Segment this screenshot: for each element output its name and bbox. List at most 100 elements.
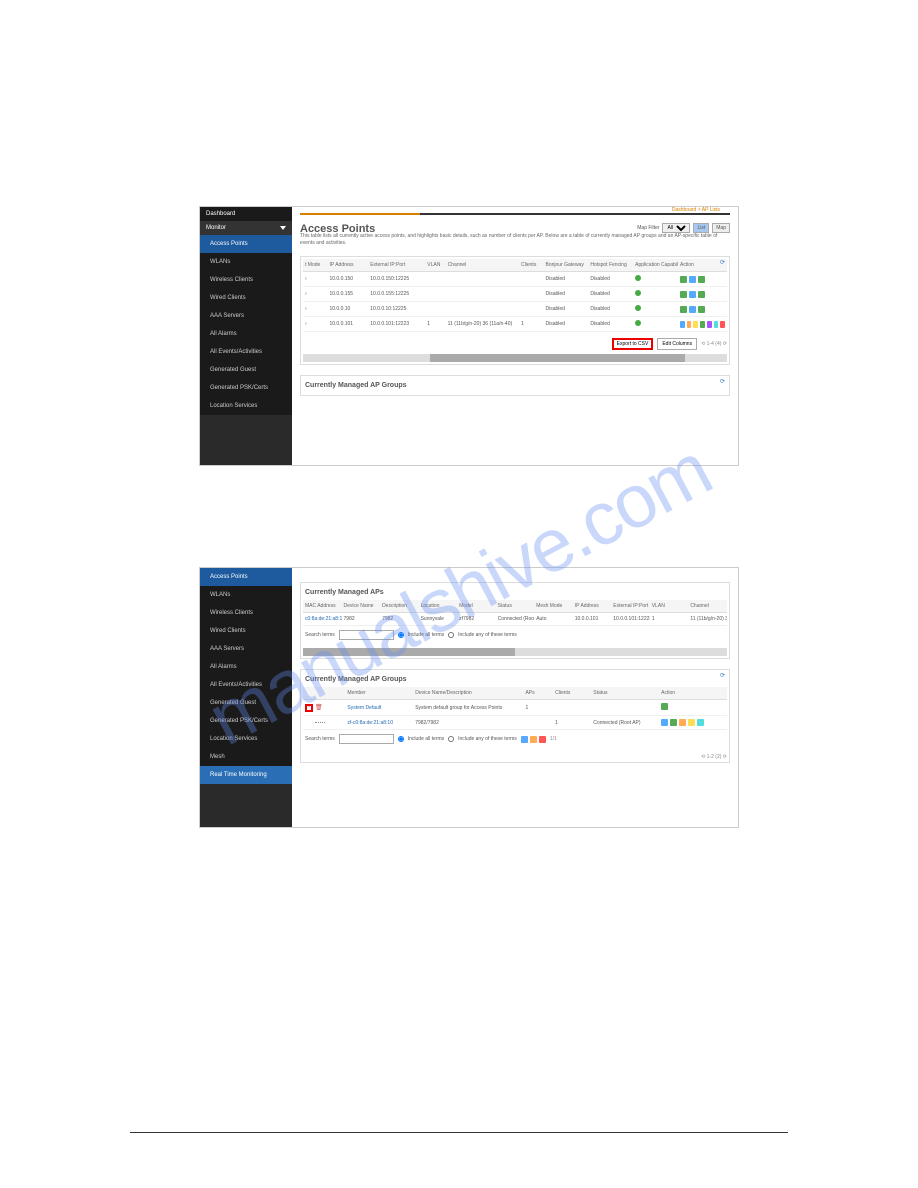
col-desc[interactable]: Description (380, 600, 419, 613)
horizontal-scrollbar[interactable] (303, 648, 727, 656)
col-channel[interactable]: Channel (446, 259, 519, 272)
refresh-icon[interactable]: ⟳ (720, 378, 725, 385)
group-link[interactable]: zf-c0:8a:de:21:a8:10 (345, 716, 413, 730)
sidebar-item-wlans[interactable]: WLANs (200, 586, 292, 604)
nav-dashboard[interactable]: Dashboard (200, 207, 292, 221)
sidebar-item-access-points[interactable]: Access Points (200, 568, 292, 586)
table-row[interactable]: zf-c0:8a:de:21:a8:10 7982/7982 1 Connect… (303, 716, 727, 730)
col-ip[interactable]: IP Address (573, 600, 612, 613)
table-row[interactable]: ›10.0.0.15010.0.0.150:12225DisabledDisab… (303, 272, 727, 287)
group-link[interactable]: System Default (345, 700, 413, 716)
sidebar-item-aaa-servers[interactable]: AAA Servers (200, 640, 292, 658)
radio-include-any[interactable] (448, 632, 454, 638)
row-actions[interactable] (680, 291, 725, 298)
sidebar-item-wired-clients[interactable]: Wired Clients (200, 289, 292, 307)
sidebar-item-wireless-clients[interactable]: Wireless Clients (200, 604, 292, 622)
sidebar-item-access-points[interactable]: Access Points (200, 235, 292, 253)
col-vlan[interactable]: VLAN (425, 259, 445, 272)
map-filter-label: Map Filter (637, 225, 659, 231)
table-row[interactable]: ›10.0.0.1010.0.0.10:12225DisabledDisable… (303, 302, 727, 317)
search-input[interactable] (339, 734, 394, 744)
edit-columns-button[interactable]: Edit Columns (657, 338, 697, 350)
status-dot-icon (635, 320, 641, 326)
table-row[interactable]: − 🗑 System Default System default group … (303, 700, 727, 716)
sidebar-item-location-services[interactable]: Location Services (200, 730, 292, 748)
footer-action-icons[interactable] (521, 736, 546, 743)
col-ext[interactable]: External IP:Port (368, 259, 425, 272)
col-hotspot[interactable]: Hotspot Fencing (588, 259, 633, 272)
table-row[interactable]: ›10.0.0.10110.0.0.101:12223111 (11b/g/n-… (303, 317, 727, 332)
sidebar-item-wireless-clients[interactable]: Wireless Clients (200, 271, 292, 289)
delete-icon[interactable] (539, 736, 546, 743)
col-ext[interactable]: External IP:Port (611, 600, 650, 613)
sidebar-item-wlans[interactable]: WLANs (200, 253, 292, 271)
sidebar-item-mesh[interactable]: Mesh (200, 748, 292, 766)
map-view-button[interactable]: Map (712, 223, 730, 233)
row-actions[interactable] (680, 276, 725, 283)
table-row[interactable]: c0:8a:de:21:a8:10 7982 7982 Sunnyvale zf… (303, 613, 727, 626)
col-loc[interactable]: Location (419, 600, 458, 613)
col-clients[interactable]: Clients (553, 687, 591, 700)
paginate-info: ⟲ 1-4 (4) ⟳ (701, 341, 727, 347)
sidebar-item-wired-clients[interactable]: Wired Clients (200, 622, 292, 640)
col-clients[interactable]: Clients (519, 259, 543, 272)
col-ip[interactable]: IP Address (327, 259, 368, 272)
sidebar-item-generated-psk[interactable]: Generated PSK/Certs (200, 379, 292, 397)
col-devdesc[interactable]: Device Name/Description (413, 687, 523, 700)
sidebar-item-all-events[interactable]: All Events/Activities (200, 343, 292, 361)
delete-icon[interactable]: 🗑 (315, 704, 323, 711)
col-status[interactable]: Status (591, 687, 659, 700)
page-description: This table lists all currently active ac… (300, 233, 730, 246)
list-view-button[interactable]: List (693, 223, 709, 233)
table-row[interactable]: ›10.0.0.15510.0.0.155:12225DisabledDisab… (303, 287, 727, 302)
main-content-1: Dashboard > AP Lists Access Points Map F… (292, 207, 738, 465)
radio-include-any[interactable] (448, 736, 454, 742)
sidebar-item-aaa-servers[interactable]: AAA Servers (200, 307, 292, 325)
nav-monitor[interactable]: Monitor (200, 221, 292, 235)
map-filter-select[interactable]: All (662, 223, 690, 233)
status-dot-icon (635, 290, 641, 296)
sidebar-item-generated-psk[interactable]: Generated PSK/Certs (200, 712, 292, 730)
sidebar-item-generated-guest[interactable]: Generated Guest (200, 361, 292, 379)
col-action[interactable]: Action (659, 687, 727, 700)
sidebar-item-all-alarms[interactable]: All Alarms (200, 325, 292, 343)
col-bonjour[interactable]: Bonjour Gateway (543, 259, 588, 272)
col-mesh[interactable]: Mesh Mode (534, 600, 573, 613)
col-mac[interactable]: MAC Address (303, 600, 342, 613)
mac-link[interactable]: c0:8a:de:21:a8:10 (303, 613, 342, 626)
managed-groups-table: Member Device Name/Description APs Clien… (303, 687, 727, 730)
col-devname[interactable]: Device Name (342, 600, 381, 613)
footer-count: 1/1 (550, 736, 557, 742)
col-mode[interactable]: t Mode (303, 259, 327, 272)
col-vlan[interactable]: VLAN (650, 600, 689, 613)
sidebar-item-location-services[interactable]: Location Services (200, 397, 292, 415)
page-footer-rule (130, 1132, 788, 1133)
row-actions[interactable] (661, 719, 725, 726)
radio-label-any: Include any of these terms (458, 736, 517, 742)
add-icon[interactable] (521, 736, 528, 743)
ap-table-panel: ⟳ t Mode IP Address External IP:Port VLA… (300, 256, 730, 365)
col-aps[interactable]: APs (523, 687, 553, 700)
sidebar-item-all-alarms[interactable]: All Alarms (200, 658, 292, 676)
refresh-icon[interactable]: ⟳ (720, 259, 725, 266)
radio-include-all[interactable] (398, 632, 404, 638)
sidebar-item-all-events[interactable]: All Events/Activities (200, 676, 292, 694)
edit-icon[interactable] (661, 703, 668, 710)
col-appcap[interactable]: Application Capability (633, 259, 678, 272)
export-csv-button[interactable]: Export to CSV (612, 338, 654, 350)
clone-icon[interactable] (530, 736, 537, 743)
col-model[interactable]: Model (457, 600, 496, 613)
expand-toggle[interactable]: − (305, 704, 313, 712)
sidebar-item-generated-guest[interactable]: Generated Guest (200, 694, 292, 712)
search-input[interactable] (339, 630, 394, 640)
row-actions[interactable] (680, 306, 725, 313)
col-ch[interactable]: Channel (688, 600, 727, 613)
col-status[interactable]: Status (496, 600, 535, 613)
refresh-icon[interactable]: ⟳ (720, 672, 725, 679)
sidebar-item-realtime[interactable]: Real Time Monitoring (200, 766, 292, 784)
horizontal-scrollbar[interactable] (303, 354, 727, 362)
radio-include-all[interactable] (398, 736, 404, 742)
row-actions[interactable] (680, 321, 725, 328)
col-member[interactable]: Member (345, 687, 413, 700)
breadcrumb: Dashboard > AP Lists (672, 207, 720, 213)
